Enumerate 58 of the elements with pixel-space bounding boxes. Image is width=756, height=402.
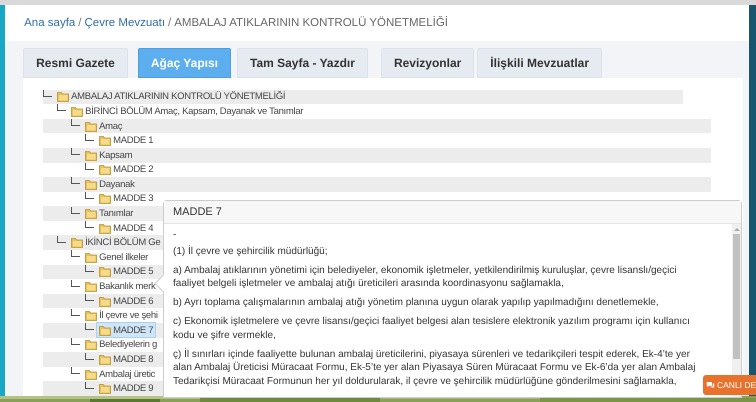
tree-node[interactable]: Kapsam xyxy=(83,148,134,162)
tree-node[interactable]: Tanımlar xyxy=(83,206,136,221)
tree-node[interactable]: Ambalaj üretic xyxy=(83,367,158,382)
folder-icon xyxy=(85,281,98,292)
folder-icon xyxy=(85,150,98,161)
tree-node[interactable]: İKİNCİ BÖLÜM Ge xyxy=(69,236,162,250)
tree-node[interactable]: Amaç xyxy=(83,119,124,134)
tab[interactable]: İlişkili Mevzuatlar xyxy=(477,48,602,78)
folder-icon xyxy=(99,266,112,278)
tree-node[interactable]: BİRİNCİ BÖLÜM Amaç, Kapsam, Dayanak ve Tanımlar xyxy=(69,104,306,118)
folder-icon xyxy=(85,339,98,350)
folder-icon xyxy=(99,354,112,366)
tree-node[interactable]: MADDE 4 xyxy=(97,221,156,236)
folder-icon xyxy=(71,237,84,248)
folder-icon xyxy=(85,252,98,263)
folder-icon xyxy=(71,106,84,117)
breadcrumb-link[interactable]: Çevre Mevzuatı xyxy=(84,16,166,29)
tree-node[interactable]: MADDE 6 xyxy=(97,294,156,308)
tree-node[interactable]: Dayanak xyxy=(83,177,137,192)
tree-node[interactable]: MADDE 9 xyxy=(97,382,156,396)
folder-icon xyxy=(85,368,98,380)
paragraph: ç) İl sınırları içinde faaliyette bulunan ambalaj üreticilerini, piyasaya sürenleri ve tedarikçileri tespit ederek, Ek-4’te yer alan Ambalaj Üreticisi Müracaat Formu, Ek-5’te yer alan Piyasaya Süren Müracaat Formu ve Ek-6’da yer alan Ambalaj Tedarikçisi Müracaat Formunun her yıl doldurularak, il çevre ve şehircilik müdürlüğüne gönderilmesini sağlamakla, xyxy=(173,348,696,388)
paragraph: (1) İl çevre ve şehircilik müdürlüğü; xyxy=(173,244,328,258)
folder-icon xyxy=(85,120,98,132)
tree-node[interactable]: İl çevre ve şehi xyxy=(83,308,160,323)
folder-icon xyxy=(99,222,112,234)
folder-icon xyxy=(57,91,70,102)
folder-icon xyxy=(85,208,98,220)
tree-node[interactable]: MADDE 7 xyxy=(97,323,156,338)
breadcrumb-current: AMBALAJ ATIKLARININ KONTROLÜ YÖNETMELİĞİ xyxy=(174,16,448,29)
folder-icon xyxy=(99,135,112,146)
paragraph: - xyxy=(173,228,178,242)
tree-node[interactable]: Genel ilkeler xyxy=(83,250,150,264)
tree-node[interactable]: MADDE 5 xyxy=(97,264,156,279)
paragraph: b) Ayrı toplama çalışmalarının ambalaj atığı yönetim planına uygun olarak yapılıp yapılmadığını denetlemekle, xyxy=(173,296,660,310)
breadcrumb-separator: / xyxy=(78,16,82,29)
breadcrumb-link[interactable]: Ana sayfa xyxy=(24,16,76,29)
folder-icon xyxy=(85,178,98,190)
folder-icon xyxy=(99,193,112,204)
breadcrumb-separator: / xyxy=(168,16,172,29)
folder-icon xyxy=(85,310,98,322)
folder-icon xyxy=(99,324,112,336)
tree-node[interactable]: MADDE 2 xyxy=(97,162,156,177)
tree-node[interactable]: MADDE 1 xyxy=(97,134,156,148)
paragraph: c) Ekonomik işletmelere ve çevre lisansı/geçici faaliyet belgesi alan tesislere elektronik yazılım programı için kullanıcı kodu ve şifre vermekle, xyxy=(173,315,691,342)
chat-icon xyxy=(706,381,715,389)
folder-icon xyxy=(99,296,112,307)
tab[interactable]: Tam Sayfa - Yazdır xyxy=(237,48,368,78)
tree-node[interactable]: Belediyelerin g xyxy=(83,338,159,352)
popup-title: MADDE 7 xyxy=(164,201,741,224)
tree-node[interactable]: MADDE 8 xyxy=(97,352,156,367)
folder-icon xyxy=(99,164,112,176)
tab[interactable]: Resmi Gazete xyxy=(23,48,128,78)
tree-node[interactable]: MADDE 3 xyxy=(97,192,156,206)
paragraph: a) Ambalaj atıklarının yönetimi için belediyeler, ekonomik işletmeler, yetkilendirilmiş kuruluşlar, çevre lisanslı/geçici faaliyet belgeli işletmeler ve ambalaj atığı üreticileri arasında koordinasyonu sağlamakla, xyxy=(173,264,678,290)
folder-icon xyxy=(99,383,112,394)
tree-node[interactable]: Bakanlık merk xyxy=(83,280,158,294)
tab[interactable]: Revizyonlar xyxy=(380,48,474,78)
